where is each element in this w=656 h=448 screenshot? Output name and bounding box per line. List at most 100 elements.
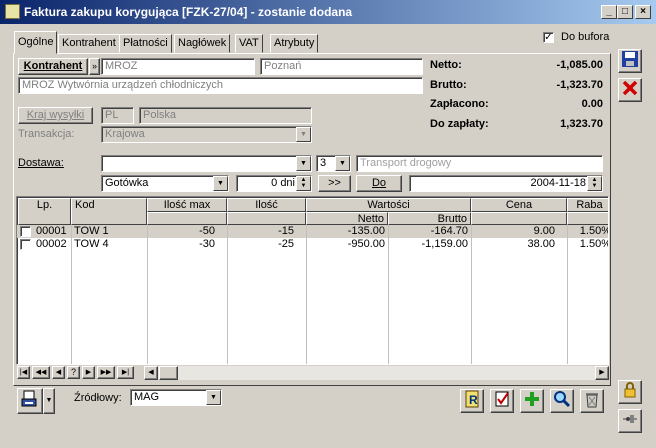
nav-next-button[interactable]: ▶ [82,366,95,379]
days-value: 0 dni [271,177,295,189]
do-button[interactable]: Do [356,175,402,192]
country-name-field[interactable]: Polska [139,107,312,124]
chevron-down-icon: ▼ [296,127,311,142]
ledger-button[interactable]: R [460,389,484,413]
contractor-name-field[interactable]: MROZ Wytwórnia urządzeń chłodniczych [18,77,423,94]
arrow-button[interactable]: >> [318,175,351,192]
search-icon [554,391,571,408]
save-icon [622,51,638,67]
brutto-label: Brutto: [430,79,467,91]
chevron-down-icon: ▼ [213,176,228,191]
close-window-button[interactable]: × [635,5,651,19]
kraj-wysylki-button[interactable]: Kraj wysyłki [18,107,93,124]
dostawa-select[interactable]: ▼ [101,155,312,172]
app-icon [5,4,20,19]
col-header-kod[interactable]: Kod [71,198,147,225]
chevron-down-icon: ▼ [296,156,311,171]
cell-netto: -135.00 [347,225,385,237]
netto-label: Netto: [430,59,462,71]
dostawa-label: Dostawa: [18,157,64,169]
svg-text:R: R [469,393,478,407]
days-field[interactable]: 0 dni ▲ ▼ [236,175,312,192]
tab-atrybuty[interactable]: Atrybuty [270,34,319,53]
cell-ilosc-max: -30 [199,238,215,250]
maximize-button[interactable]: □ [617,5,633,19]
print-menu-button[interactable]: ▼ [43,388,55,414]
do-zaplaty-value: 1,323.70 [560,118,603,130]
items-table[interactable]: Lp. Kod Ilość max Ilość Wartości Netto B… [16,196,609,365]
cell-cena: 38.00 [527,238,555,250]
plus-icon [525,392,539,406]
nav-prev-button[interactable]: ◀ [52,366,65,379]
kontrahent-menu-button[interactable]: » [89,58,100,75]
tab-vat[interactable]: VAT [235,34,263,53]
payment-value: Gotówka [105,177,149,189]
kontrahent-button[interactable]: Kontrahent [18,58,88,75]
nav-help-button[interactable]: ? [67,366,80,379]
date-field[interactable]: 2004-11-18 ▲ ▼ [409,175,603,192]
ledger-icon: R [465,390,479,408]
col-header-cena[interactable]: Cena [471,198,567,212]
col-header-lp[interactable]: Lp. [18,198,71,225]
tab-ogolne[interactable]: Ogólne [14,31,58,54]
transakcja-select[interactable]: Krajowa ▼ [101,126,312,143]
col-header-wartosci[interactable]: Wartości [306,198,471,212]
cancel-button[interactable] [618,78,642,102]
spinner-icon[interactable]: ▲ ▼ [296,176,311,191]
transakcja-value: Krajowa [105,128,145,140]
attachment-button[interactable] [618,409,642,433]
dostawa-number-value: 3 [320,157,327,169]
zrodlowy-label: Źródłowy: [74,392,122,404]
col-header-brutto[interactable]: Brutto [388,212,471,225]
brutto-value: -1,323.70 [556,79,603,91]
col-header-ilosc[interactable]: Ilość [227,198,306,212]
title-bar: Faktura zakupu korygująca [FZK-27/04] - … [0,0,656,24]
delete-button[interactable] [580,389,604,413]
horizontal-scrollbar[interactable]: ◀ ▶ [144,366,609,380]
cell-netto: -950.00 [347,238,385,250]
col-header-ilosc-max[interactable]: Ilość max [147,198,227,212]
print-icon [21,390,37,407]
cell-ilosc-max: -50 [199,225,215,237]
row-checkbox[interactable] [20,226,31,237]
scroll-thumb[interactable] [159,366,178,380]
col-header-rabat-sub [567,212,608,225]
dostawa-number-select[interactable]: 3 ▼ [316,155,351,172]
nav-first-button[interactable]: |◀ [17,366,30,379]
transport-field[interactable]: Transport drogowy [356,155,603,172]
row-checkbox[interactable] [20,239,31,250]
col-header-netto[interactable]: Netto [306,212,388,225]
cell-ilosc: -15 [278,225,294,237]
zrodlowy-select[interactable]: MAG ▼ [130,389,222,406]
do-zaplaty-label: Do zapłaty: [430,118,489,130]
tab-kontrahent[interactable]: Kontrahent [58,34,120,53]
lock-button[interactable] [618,380,642,404]
nav-last-button[interactable]: ▶| [117,366,134,379]
tab-platnosci[interactable]: Płatności [119,34,172,53]
do-bufora-checkbox[interactable]: ✓ [543,32,554,43]
spinner-icon[interactable]: ▲ ▼ [587,176,602,191]
payment-select[interactable]: Gotówka ▼ [101,175,229,192]
cell-rabat: 1.50% [579,238,609,250]
pin-icon [623,415,637,423]
check-document-button[interactable] [490,389,514,413]
cell-ilosc: -25 [278,238,294,250]
window-title: Faktura zakupu korygująca [FZK-27/04] - … [24,5,353,19]
zaplacono-value: 0.00 [581,98,603,110]
nav-prev-page-button[interactable]: ◀◀ [32,366,50,379]
scroll-right-button[interactable]: ▶ [595,366,609,380]
contractor-code-field[interactable]: MROZ [101,58,255,75]
print-button[interactable] [17,388,43,414]
nav-next-page-button[interactable]: ▶▶ [97,366,115,379]
country-code-field[interactable]: PL [101,107,134,124]
scroll-left-button[interactable]: ◀ [144,366,158,380]
search-button[interactable] [550,389,574,413]
date-value: 2004-11-18 [530,177,586,189]
col-header-rabat[interactable]: Raba [567,198,608,212]
tab-naglowek[interactable]: Nagłówek [174,34,231,53]
minimize-button[interactable]: _ [601,5,617,19]
save-button[interactable] [618,49,642,73]
contractor-city-field[interactable]: Poznań [260,58,423,75]
cell-rabat: 1.50% [579,225,609,237]
add-button[interactable] [520,389,544,413]
